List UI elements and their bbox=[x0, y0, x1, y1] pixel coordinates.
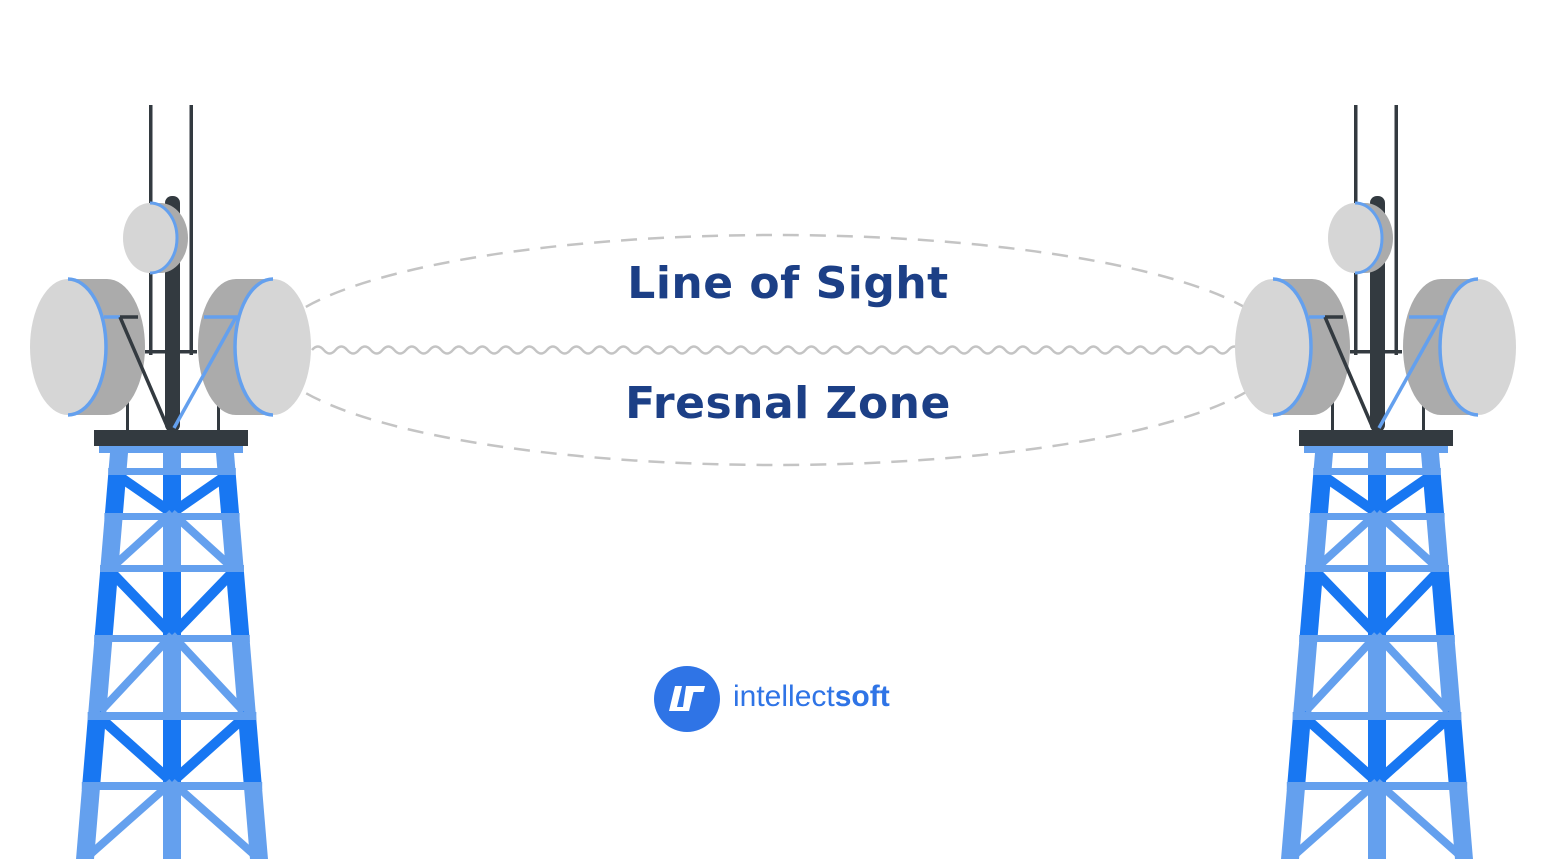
line-of-sight-wave bbox=[311, 345, 1253, 355]
right-tower bbox=[1235, 105, 1516, 859]
fresnel-zone-label: Fresnal Zone bbox=[625, 378, 951, 429]
logo-word-soft: soft bbox=[834, 680, 890, 713]
logo-word-intellect: intellect bbox=[733, 680, 835, 713]
fresnel-zone-illustration bbox=[0, 0, 1550, 859]
left-tower bbox=[30, 105, 311, 859]
logo-mark bbox=[654, 666, 720, 732]
logo-wordmark: intellectsoft bbox=[733, 680, 890, 714]
line-of-sight-label: Line of Sight bbox=[627, 258, 949, 309]
